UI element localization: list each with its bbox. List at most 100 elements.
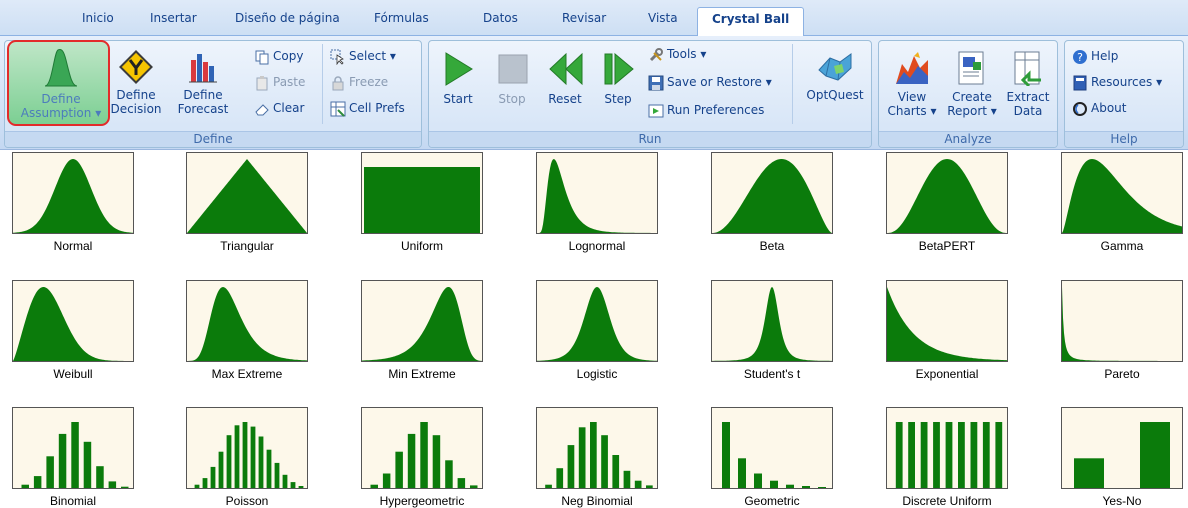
geometric-bar [770, 480, 778, 488]
exponential-curve-icon [887, 287, 1007, 361]
define-decision-label-2: Decision [110, 102, 162, 116]
poisson-bar [290, 482, 296, 488]
distribution-student-s-t[interactable]: Student's t [711, 280, 833, 384]
stop-button[interactable]: Stop [490, 50, 534, 106]
optquest-label: OptQuest [806, 88, 864, 102]
distribution-triangular[interactable]: Triangular [186, 152, 308, 256]
distribution-thumbnail [1061, 280, 1183, 362]
distribution-hypergeometric[interactable]: Hypergeometric [361, 407, 483, 508]
neg-binomial-bar [556, 468, 564, 488]
start-button[interactable]: Start [436, 50, 480, 106]
extract-data-button[interactable]: Extract Data [1002, 50, 1054, 118]
distribution-weibull[interactable]: Weibull [12, 280, 134, 384]
poisson-bar [202, 478, 208, 488]
define-decision-button[interactable]: Define Decision [110, 50, 162, 116]
distribution-beta[interactable]: Beta [711, 152, 833, 256]
resources-dropdown-button[interactable]: Resources ▾ [1072, 72, 1162, 92]
about-label: About [1091, 101, 1127, 115]
create-report-button[interactable]: Create Report ▾ [942, 50, 1002, 118]
distribution-max-extreme[interactable]: Max Extreme [186, 280, 308, 384]
analyze-group-label: Analyze [879, 131, 1057, 147]
help-button[interactable]: ? Help [1072, 46, 1118, 66]
about-button[interactable]: About [1072, 98, 1126, 118]
paste-button[interactable]: Paste [254, 72, 305, 92]
student-s-t-curve-icon [712, 287, 832, 361]
distribution-min-extreme[interactable]: Min Extreme [361, 280, 483, 384]
distribution-exponential[interactable]: Exponential [886, 280, 1008, 384]
tab-datos[interactable]: Datos [483, 11, 518, 25]
distribution-logistic[interactable]: Logistic [536, 280, 658, 384]
poisson-bar [210, 466, 216, 488]
reset-label: Reset [548, 92, 582, 106]
distribution-uniform[interactable]: Uniform [361, 152, 483, 256]
select-dropdown-button[interactable]: Select ▾ [330, 46, 396, 66]
geometric-bar [818, 487, 826, 488]
distribution-label: Poisson [225, 494, 269, 508]
binomial-bar [58, 433, 67, 488]
reset-button[interactable]: Reset [540, 50, 590, 106]
hypergeometric-curve-icon [370, 422, 478, 488]
bell-curve-icon [44, 49, 78, 87]
geometric-bar [738, 458, 746, 488]
poisson-bar [282, 474, 288, 488]
tools-dropdown-button[interactable]: Tools ▾ [648, 44, 706, 64]
tab-revisar[interactable]: Revisar [562, 11, 606, 25]
distribution-thumbnail [1061, 407, 1183, 489]
tab-insertar[interactable]: Insertar [150, 11, 197, 25]
about-crystal-ball-icon [1073, 101, 1087, 116]
cell-prefs-label: Cell Prefs [349, 101, 405, 115]
svg-text:?: ? [1077, 51, 1083, 64]
lognormal-shape [537, 159, 657, 233]
resources-label: Resources ▾ [1091, 75, 1163, 89]
distribution-geometric[interactable]: Geometric [711, 407, 833, 508]
tab-inicio[interactable]: Inicio [82, 11, 114, 25]
distribution-lognormal[interactable]: Lognormal [536, 152, 658, 256]
optquest-button[interactable]: OptQuest [800, 50, 870, 102]
copy-button[interactable]: Copy [254, 46, 303, 66]
gamma-curve-icon [1062, 159, 1182, 233]
distribution-thumbnail [536, 280, 658, 362]
distribution-binomial[interactable]: Binomial [12, 407, 134, 508]
hypergeometric-bar [407, 433, 416, 488]
logistic-shape [537, 287, 657, 361]
run-preferences-button[interactable]: Run Preferences [648, 100, 764, 120]
neg-binomial-curve-icon [545, 422, 653, 488]
view-charts-button[interactable]: View Charts ▾ [882, 50, 942, 118]
tab-diseno-de-pagina[interactable]: Diseño de página [235, 11, 340, 25]
distribution-yes-no[interactable]: Yes-No [1061, 407, 1183, 508]
clear-button[interactable]: Clear [254, 98, 304, 118]
step-button[interactable]: Step [596, 50, 640, 106]
neg-binomial-bar [578, 427, 586, 488]
define-forecast-button[interactable]: Define Forecast [172, 50, 234, 116]
distribution-betapert[interactable]: BetaPERT [886, 152, 1008, 256]
distribution-label: Student's t [743, 367, 801, 381]
distribution-gamma[interactable]: Gamma [1061, 152, 1183, 256]
neg-binomial-bar [612, 455, 620, 488]
distribution-neg-binomial[interactable]: Neg Binomial [536, 407, 658, 508]
distribution-label: Logistic [576, 367, 618, 381]
save-or-restore-dropdown-button[interactable]: Save or Restore ▾ [648, 72, 772, 92]
select-label: Select ▾ [349, 49, 396, 63]
freeze-button[interactable]: Freeze [330, 72, 388, 92]
tab-vista[interactable]: Vista [648, 11, 678, 25]
poisson-bar [194, 484, 200, 488]
define-assumption-button[interactable]: Define Assumption ▾ [12, 46, 110, 120]
create-report-label-2: Report ▾ [947, 104, 997, 118]
discrete-uniform-bar [933, 422, 940, 488]
tab-formulas[interactable]: Fórmulas [374, 11, 429, 25]
stop-icon [498, 54, 528, 84]
distribution-normal[interactable]: Normal [12, 152, 134, 256]
beta-curve-icon [712, 159, 832, 233]
distribution-pareto[interactable]: Pareto [1061, 280, 1183, 384]
discrete-uniform-bar [908, 422, 915, 488]
min-extreme-curve-icon [362, 287, 482, 361]
copy-icon [255, 50, 269, 64]
distribution-thumbnail [12, 407, 134, 489]
hypergeometric-bar [457, 478, 466, 488]
distribution-poisson[interactable]: Poisson [186, 407, 308, 508]
distribution-thumbnail [361, 280, 483, 362]
distribution-discrete-uniform[interactable]: Discrete Uniform [886, 407, 1008, 508]
tab-crystal-ball[interactable]: Crystal Ball [697, 7, 805, 37]
distribution-label: Hypergeometric [379, 494, 465, 508]
cell-prefs-button[interactable]: Cell Prefs [330, 98, 405, 118]
